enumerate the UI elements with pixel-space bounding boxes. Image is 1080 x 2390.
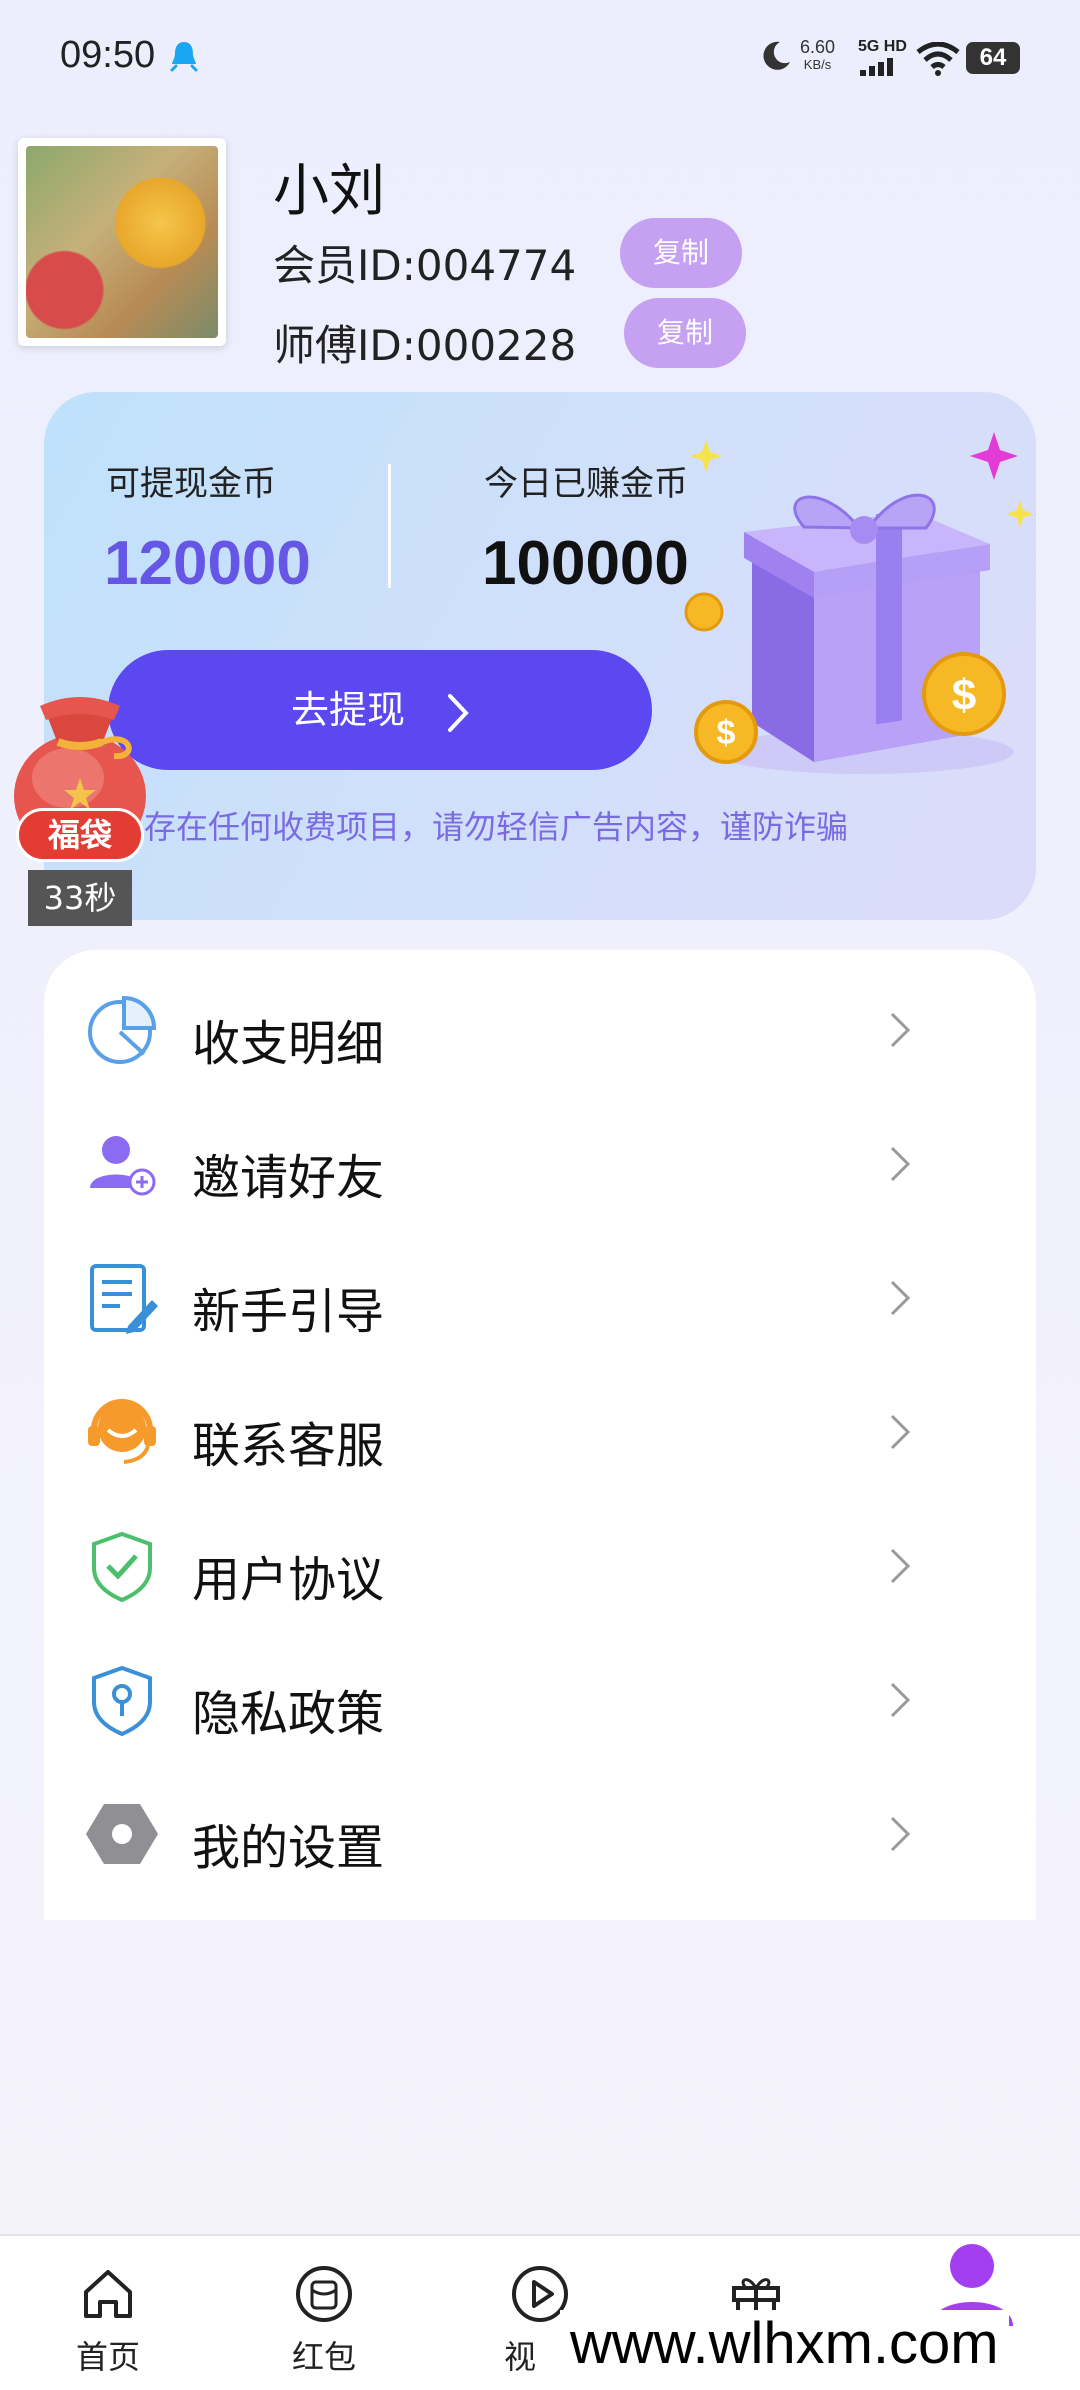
menu-item-label: 用户协议 xyxy=(192,1552,385,1608)
shield-check-icon xyxy=(92,1531,152,1603)
nav-home[interactable]: 首页 xyxy=(38,2264,178,2378)
watermark: www.wlhxm.com xyxy=(560,2310,1009,2377)
today-earned-label: 今日已赚金币 xyxy=(484,464,688,504)
master-id-label: 师傅ID: xyxy=(273,321,416,370)
member-id-label: 会员ID: xyxy=(273,241,416,290)
status-bar: 09:50 6.60 KB/s 5G HD 64 xyxy=(0,0,1080,120)
withdrawable-value: 120000 xyxy=(104,529,311,598)
avatar[interactable] xyxy=(18,138,226,346)
menu-item-label: 邀请好友 xyxy=(192,1150,385,1206)
pie-chart-icon xyxy=(88,995,157,1064)
speed-value: 6.60 xyxy=(800,37,836,57)
menu-item-privacy[interactable]: 隐私政策 xyxy=(44,1634,1036,1768)
withdrawable-label: 可提现金币 xyxy=(106,464,276,504)
network-speed: 6.60 KB/s xyxy=(800,38,835,74)
home-icon xyxy=(84,2270,132,2318)
lucky-bag-label: 福袋 xyxy=(16,808,144,862)
guide-doc-icon xyxy=(90,1264,158,1334)
menu-item-support[interactable]: 联系客服 xyxy=(44,1366,1036,1500)
menu-item-transactions[interactable]: 收支明细 xyxy=(44,964,1036,1098)
lucky-bag-widget[interactable]: 福袋 33秒 xyxy=(10,678,150,928)
withdraw-button[interactable]: 去提现 xyxy=(108,650,652,770)
chevron-right-icon xyxy=(890,1682,911,1718)
wallet-card: 可提现金币 120000 今日已赚金币 100000 $ $ 去提现 存在任何收… xyxy=(44,392,1036,920)
menu-item-guide[interactable]: 新手引导 xyxy=(44,1232,1036,1366)
wifi-icon xyxy=(916,42,960,76)
master-id-row: 师傅ID:000228 xyxy=(273,312,576,373)
avatar-image xyxy=(26,146,218,338)
nav-label: 首页 xyxy=(75,2338,140,2376)
nav-label: 红包 xyxy=(291,2338,356,2376)
member-id-value: 004774 xyxy=(415,241,577,290)
chevron-right-icon xyxy=(890,1414,911,1450)
chevron-right-icon xyxy=(890,1146,911,1182)
lucky-bag-countdown: 33秒 xyxy=(28,870,132,926)
add-user-icon xyxy=(90,1136,156,1196)
copy-member-id-button[interactable]: 复制 xyxy=(620,218,742,288)
menu-item-invite[interactable]: 邀请好友 xyxy=(44,1098,1036,1232)
menu-item-agreement[interactable]: 用户协议 xyxy=(44,1500,1036,1634)
shield-location-icon xyxy=(92,1665,152,1737)
red-packet-icon xyxy=(296,2266,352,2322)
menu-item-label: 我的设置 xyxy=(192,1820,385,1876)
network-type: 5G HD xyxy=(858,38,907,55)
master-id-value: 000228 xyxy=(415,321,577,370)
user-name: 小刘 xyxy=(273,159,385,224)
menu-item-label: 收支明细 xyxy=(192,1016,385,1072)
withdraw-button-label: 去提现 xyxy=(290,688,405,732)
menu-item-label: 隐私政策 xyxy=(192,1686,385,1742)
svg-text:$: $ xyxy=(717,714,736,752)
chevron-right-icon xyxy=(890,1012,911,1048)
gift-box-illustration: $ $ xyxy=(684,432,1033,774)
anti-fraud-notice: 存在任何收费项目，请勿轻信广告内容，谨防诈骗 xyxy=(144,808,849,846)
qq-notification-icon xyxy=(170,42,198,72)
chevron-right-icon xyxy=(890,1548,911,1584)
nav-red-packet[interactable]: 红包 xyxy=(254,2264,394,2378)
chevron-right-icon xyxy=(890,1816,911,1852)
menu-list: 收支明细 邀请好友 新手引导 联系客服 用户协议 隐私政策 我的设置 xyxy=(44,950,1036,1920)
menu-item-label: 新手引导 xyxy=(192,1284,385,1340)
svg-text:$: $ xyxy=(952,671,976,720)
member-id-row: 会员ID:004774 xyxy=(273,232,576,293)
copy-master-id-button[interactable]: 复制 xyxy=(624,298,746,368)
headset-icon xyxy=(88,1399,156,1464)
menu-item-settings[interactable]: 我的设置 xyxy=(44,1768,1036,1902)
hexagon-settings-icon xyxy=(86,1804,158,1864)
speed-unit: KB/s xyxy=(803,57,832,72)
moon-icon xyxy=(763,41,790,70)
chevron-right-icon xyxy=(890,1280,911,1316)
status-time: 09:50 xyxy=(60,34,156,76)
stat-divider xyxy=(388,464,391,588)
menu-item-label: 联系客服 xyxy=(192,1418,385,1474)
today-earned-value: 100000 xyxy=(482,529,689,598)
chevron-right-icon xyxy=(448,693,469,732)
signal-icon xyxy=(860,58,893,76)
battery-indicator: 64 xyxy=(966,42,1020,74)
